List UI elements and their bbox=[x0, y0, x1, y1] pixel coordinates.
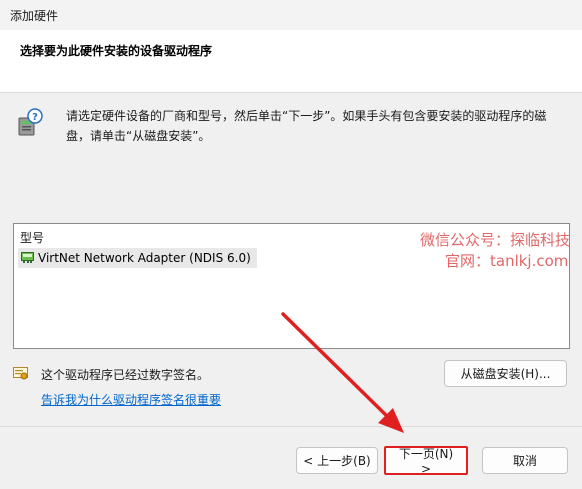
instruction-text: 请选定硬件设备的厂商和型号，然后单击“下一步”。如果手头有包含要安装的驱动程序的… bbox=[66, 109, 547, 143]
list-item[interactable]: VirtNet Network Adapter (NDIS 6.0) bbox=[18, 248, 257, 268]
hardware-help-icon: ? bbox=[18, 108, 43, 136]
title-bar: 添加硬件 bbox=[0, 0, 582, 30]
wizard-header: 选择要为此硬件安装的设备驱动程序 bbox=[0, 30, 582, 93]
why-signing-link[interactable]: 告诉我为什么驱动程序签名很重要 bbox=[41, 391, 221, 408]
watermark-line2: 官网：tanlkj.com bbox=[445, 252, 569, 270]
certificate-icon bbox=[13, 367, 28, 380]
model-column-header: 型号 bbox=[20, 231, 45, 245]
window-title: 添加硬件 bbox=[10, 9, 59, 23]
watermark-line1: 微信公众号：探临科技 bbox=[420, 231, 571, 249]
next-button[interactable]: 下一页(N) > bbox=[384, 446, 468, 476]
signature-status: 这个驱动程序已经过数字签名。 bbox=[41, 368, 210, 382]
cancel-button[interactable]: 取消 bbox=[482, 447, 568, 474]
model-item-label: VirtNet Network Adapter (NDIS 6.0) bbox=[38, 251, 251, 265]
svg-text:?: ? bbox=[32, 112, 38, 123]
have-disk-button[interactable]: 从磁盘安装(H)... bbox=[444, 360, 567, 387]
footer-divider bbox=[0, 426, 582, 427]
page-title: 选择要为此硬件安装的设备驱动程序 bbox=[20, 44, 213, 58]
back-button[interactable]: < 上一步(B) bbox=[296, 447, 378, 474]
network-adapter-icon bbox=[21, 252, 34, 263]
